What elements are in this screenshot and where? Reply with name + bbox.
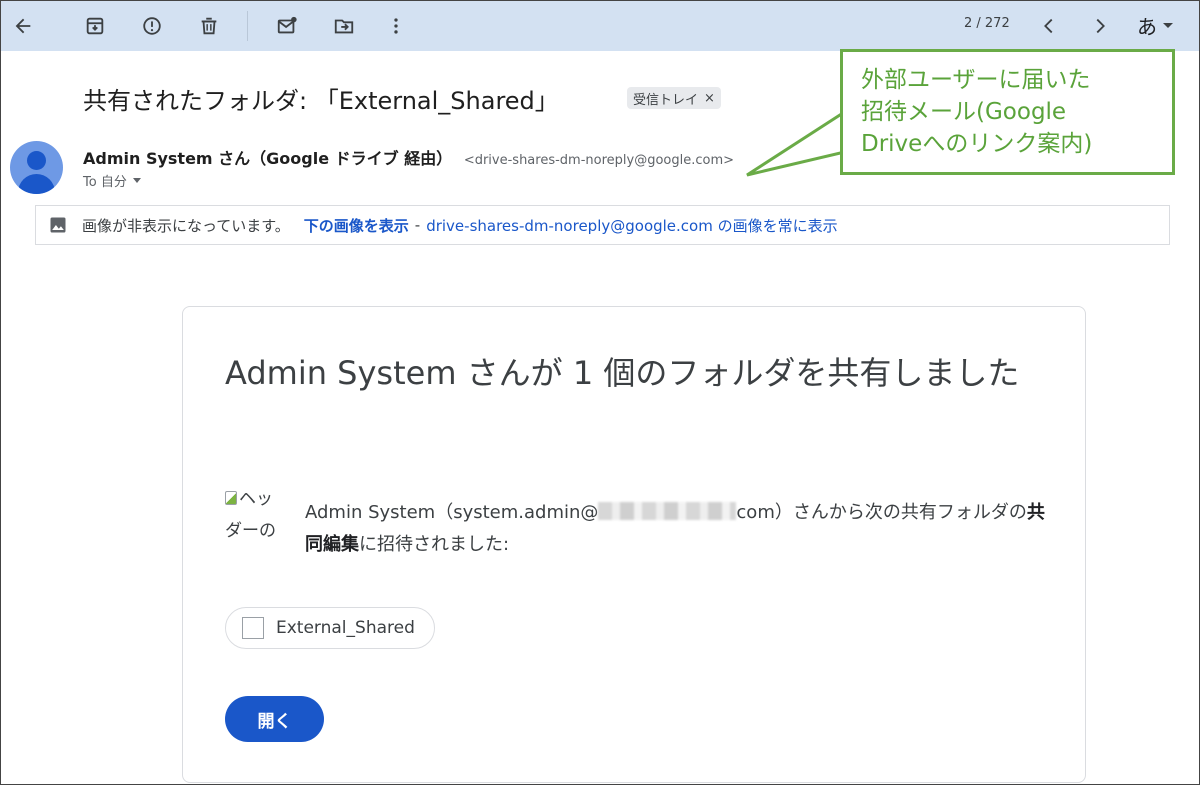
inbox-label-chip[interactable]: 受信トレイ × xyxy=(627,87,721,109)
separator-dash: - xyxy=(414,216,421,234)
card-title: Admin System さんが 1 個のフォルダを共有しました xyxy=(225,354,1020,392)
callout-pointer xyxy=(746,111,851,177)
input-tools-label: あ xyxy=(1137,14,1157,39)
annotation-callout: 外部ユーザーに届いた 招待メール(Google Driveへのリンク案内) xyxy=(840,49,1175,175)
caret-down-icon xyxy=(1163,22,1173,28)
images-hidden-text: 画像が非表示になっています。 xyxy=(82,216,290,235)
sender-avatar xyxy=(10,141,63,194)
invite-prefix: Admin System（system.admin@ xyxy=(305,502,599,523)
open-button[interactable]: 開く xyxy=(225,696,324,742)
caret-down-icon[interactable] xyxy=(132,178,141,183)
input-tools-button[interactable]: あ xyxy=(1137,10,1173,40)
delete-icon[interactable] xyxy=(193,10,225,42)
archive-icon[interactable] xyxy=(79,10,111,42)
avatar-body-shape xyxy=(18,174,55,194)
invite-suffix: に招待されました: xyxy=(359,534,510,555)
recipient-details[interactable]: To 自分 xyxy=(83,171,141,190)
invite-message: Admin System（system.admin@ com）さんから次の共有フォ… xyxy=(305,497,1055,561)
show-images-link[interactable]: 下の画像を表示 xyxy=(304,215,409,236)
folder-icon xyxy=(242,617,264,639)
chevron-left-icon[interactable] xyxy=(1033,10,1065,42)
callout-line-1: 外部ユーザーに届いた xyxy=(861,67,1091,93)
callout-seam-cover xyxy=(843,119,849,143)
sender-email: <drive-shares-dm-noreply@google.com> xyxy=(463,153,735,168)
more-vert-icon[interactable] xyxy=(380,10,412,42)
toolbar-divider xyxy=(247,11,248,41)
remove-label-icon[interactable]: × xyxy=(704,91,715,106)
move-to-icon[interactable] xyxy=(328,10,360,42)
broken-header-image: ヘッダーの xyxy=(225,483,289,547)
callout-line-2: 招待メール(Google xyxy=(861,99,1067,125)
sender-line: Admin System さん（Google ドライブ 経由） <drive-s… xyxy=(83,145,734,169)
message-toolbar: 2 / 272 あ xyxy=(1,1,1199,51)
email-subject: 共有されたフォルダ: 「External_Shared」 xyxy=(83,87,559,115)
avatar-head-shape xyxy=(27,151,46,170)
chevron-right-icon[interactable] xyxy=(1084,10,1116,42)
report-spam-icon[interactable] xyxy=(136,10,168,42)
pager-count: 2 / 272 xyxy=(964,16,1010,31)
recipient-text: To 自分 xyxy=(83,175,127,190)
invite-domain-suffix: com）さんから次の共有フォルダの xyxy=(736,502,1027,523)
inbox-label-text: 受信トレイ xyxy=(633,92,699,108)
sender-name: Admin System さん（Google ドライブ 経由） xyxy=(83,149,453,168)
always-show-images-link[interactable]: drive-shares-dm-noreply@google.com の画像を常… xyxy=(426,215,837,236)
back-arrow-icon[interactable] xyxy=(7,10,39,42)
broken-image-icon xyxy=(225,491,237,505)
mark-unread-icon[interactable] xyxy=(271,10,303,42)
shared-folder-chip[interactable]: External_Shared xyxy=(225,607,435,649)
redacted-domain xyxy=(598,502,737,520)
callout-line-3: Driveへのリンク案内) xyxy=(861,131,1093,157)
images-hidden-bar: 画像が非表示になっています。 下の画像を表示 - drive-shares-dm… xyxy=(35,205,1170,245)
folder-name: External_Shared xyxy=(276,618,415,638)
share-invite-card: Admin System さんが 1 個のフォルダを共有しました ヘッダーの A… xyxy=(182,306,1086,783)
image-icon xyxy=(50,217,66,233)
